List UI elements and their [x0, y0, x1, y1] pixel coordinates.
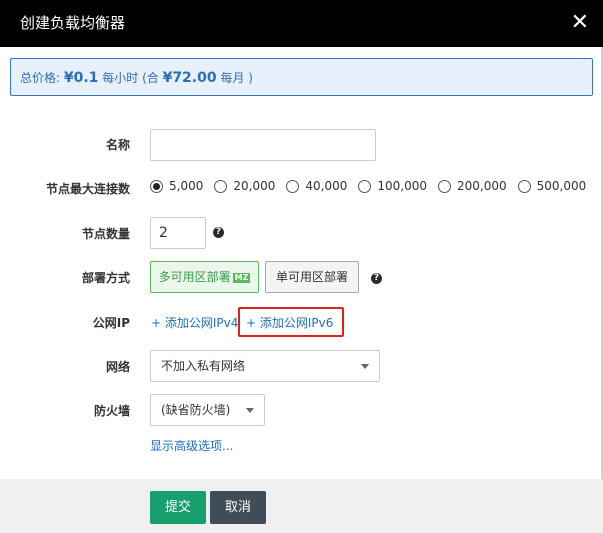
- price-hourly-unit: 每小时 (合: [102, 71, 159, 85]
- radio-unchecked-icon: [214, 179, 228, 193]
- max-conn-option-label: 100,000: [377, 179, 427, 193]
- public-ip-label: 公网IP: [92, 316, 130, 330]
- cancel-button[interactable]: 取消: [210, 491, 266, 524]
- submit-button[interactable]: 提交: [150, 491, 206, 524]
- mz-badge: MZ: [232, 273, 251, 283]
- network-label: 网络: [105, 360, 130, 374]
- price-hourly: ¥0.1: [63, 70, 99, 86]
- add-ipv6-link[interactable]: + 添加公网IPv6: [246, 315, 333, 331]
- network-select-value: 不加入私有网络: [161, 359, 246, 373]
- create-load-balancer-dialog: 创建负载均衡器 ✕ 总价格: ¥0.1 每小时 (合 ¥72.00 每月 ) 名…: [0, 0, 603, 533]
- deploy-multi-zone-label: 多可用区部署: [158, 270, 231, 284]
- firewall-select-value: (缺省防火墙): [161, 403, 231, 417]
- max-conn-option-label: 20,000: [233, 179, 276, 193]
- add-ipv4-link[interactable]: + 添加公网IPv4: [151, 315, 238, 331]
- dialog-footer: [0, 479, 603, 533]
- deploy-mode-label: 部署方式: [81, 271, 130, 285]
- max-conn-option-label: 5,000: [169, 179, 204, 193]
- price-summary: 总价格: ¥0.1 每小时 (合 ¥72.00 每月 ): [10, 58, 593, 96]
- price-prefix: 总价格:: [20, 71, 61, 85]
- chevron-down-icon: [361, 364, 369, 369]
- price-monthly-unit: 每月 ): [220, 71, 253, 85]
- radio-unchecked-icon: [358, 179, 372, 193]
- dialog-title: 创建负载均衡器: [20, 14, 126, 32]
- max-connections-label: 节点最大连接数: [45, 182, 130, 196]
- max-connections-radio-group: 5,000 20,000 40,000 100,000 200,000 500,…: [150, 179, 597, 193]
- max-conn-option-500000[interactable]: 500,000: [517, 179, 587, 193]
- deploy-multi-zone-button[interactable]: 多可用区部署 MZ: [150, 261, 259, 293]
- dialog-header: 创建负载均衡器 ✕: [0, 0, 603, 47]
- show-advanced-options-link[interactable]: 显示高级选项...: [150, 438, 233, 454]
- close-icon[interactable]: ✕: [571, 11, 589, 35]
- max-conn-option-label: 40,000: [305, 179, 348, 193]
- question-circle-icon[interactable]: ?: [213, 227, 224, 238]
- deploy-single-zone-button[interactable]: 单可用区部署: [265, 261, 359, 293]
- network-select[interactable]: 不加入私有网络: [150, 350, 380, 382]
- max-conn-option-label: 200,000: [456, 179, 507, 193]
- node-count-label: 节点数量: [81, 227, 130, 241]
- deploy-single-zone-label: 单可用区部署: [275, 270, 348, 284]
- node-count-input[interactable]: [150, 217, 206, 249]
- radio-unchecked-icon: [437, 179, 451, 193]
- price-monthly: ¥72.00: [162, 70, 217, 86]
- radio-unchecked-icon: [286, 179, 300, 193]
- chevron-down-icon: [246, 408, 254, 413]
- question-circle-icon[interactable]: ?: [371, 273, 382, 284]
- max-conn-option-40000[interactable]: 40,000: [286, 179, 347, 193]
- name-label: 名称: [105, 138, 130, 152]
- radio-unchecked-icon: [517, 179, 531, 193]
- radio-checked-icon: [150, 179, 163, 193]
- max-conn-option-200000[interactable]: 200,000: [437, 179, 507, 193]
- max-conn-option-label: 500,000: [536, 179, 587, 193]
- max-conn-option-20000[interactable]: 20,000: [214, 179, 275, 193]
- firewall-label: 防火墙: [93, 404, 130, 418]
- max-conn-option-100000[interactable]: 100,000: [358, 179, 427, 193]
- firewall-select[interactable]: (缺省防火墙): [150, 394, 265, 426]
- max-conn-option-5000[interactable]: 5,000: [150, 179, 203, 193]
- name-input[interactable]: [150, 129, 376, 161]
